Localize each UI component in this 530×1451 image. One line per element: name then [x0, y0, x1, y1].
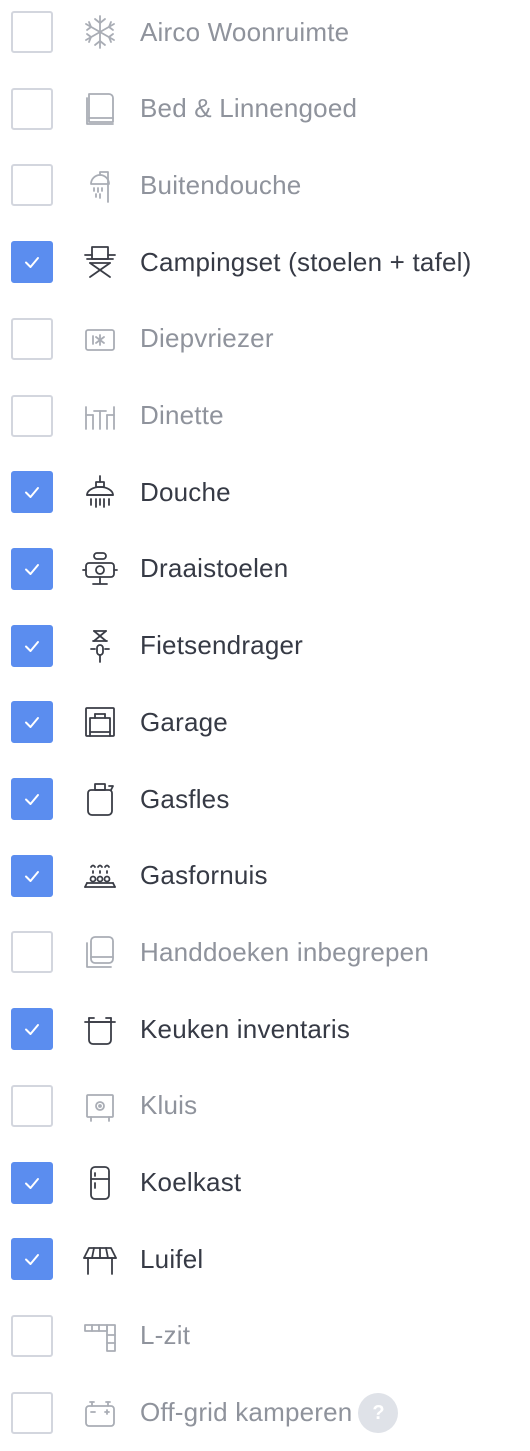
amenity-row[interactable]: Garage	[0, 684, 530, 760]
shower-icon	[78, 470, 122, 514]
outdoor-shower-icon	[78, 163, 122, 207]
amenities-checklist: Airco Woonruimte Bed & Linnengoed Buitendo…	[0, 0, 530, 1434]
amenity-label: Keuken inventaris	[140, 1013, 351, 1044]
amenity-row[interactable]: Gasfornuis	[0, 838, 530, 914]
amenity-row[interactable]: Bed & Linnengoed	[0, 71, 530, 147]
amenity-label: Off-grid kamperen	[140, 1397, 353, 1428]
amenity-checkbox[interactable]	[11, 1391, 53, 1434]
amenity-row[interactable]: Fietsendrager	[0, 608, 530, 684]
amenity-label: Airco Woonruimte	[140, 16, 350, 47]
amenity-checkbox[interactable]	[11, 164, 53, 207]
amenity-row[interactable]: Dinette	[0, 378, 530, 454]
amenity-checkbox[interactable]	[11, 87, 53, 130]
amenity-checkbox[interactable]	[11, 624, 53, 667]
amenity-label: Campingset (stoelen + tafel)	[140, 246, 472, 277]
checkmark-icon	[25, 640, 39, 652]
amenity-label: Handdoeken inbegrepen	[140, 936, 429, 967]
dinette-icon	[78, 394, 122, 438]
freezer-icon	[78, 317, 122, 361]
amenity-row[interactable]: Off-grid kamperen?	[0, 1375, 530, 1451]
amenity-label: Luifel	[140, 1243, 204, 1274]
amenity-checkbox[interactable]	[11, 1161, 53, 1204]
amenity-label: Bed & Linnengoed	[140, 93, 358, 124]
safe-icon	[78, 1084, 122, 1128]
checkmark-icon	[25, 717, 39, 729]
camping-chair-icon	[78, 240, 122, 284]
amenity-checkbox[interactable]	[11, 394, 53, 437]
checkmark-icon	[25, 794, 39, 805]
snowflake-icon	[78, 10, 122, 54]
amenity-checkbox[interactable]	[11, 1238, 53, 1281]
amenity-checkbox[interactable]	[11, 931, 53, 974]
amenity-row[interactable]: Campingset (stoelen + tafel)	[0, 224, 530, 300]
bike-carrier-icon	[78, 624, 122, 668]
checkmark-icon	[25, 563, 39, 575]
amenity-label: Gasfornuis	[140, 860, 268, 891]
amenity-checkbox[interactable]	[11, 1008, 53, 1051]
fridge-icon	[78, 1161, 122, 1205]
amenity-row[interactable]: Draaistoelen	[0, 531, 530, 607]
amenity-label: Kluis	[140, 1090, 198, 1121]
checkmark-icon	[25, 487, 39, 499]
swivel-seat-icon	[78, 547, 122, 591]
amenity-row[interactable]: Handdoeken inbegrepen	[0, 914, 530, 990]
amenity-row[interactable]: Gasfles	[0, 761, 530, 837]
amenity-checkbox[interactable]	[11, 1314, 53, 1357]
amenity-checkbox[interactable]	[11, 471, 53, 514]
amenity-label: Garage	[140, 706, 228, 737]
amenity-row[interactable]: Douche	[0, 454, 530, 530]
amenity-checkbox[interactable]	[11, 241, 53, 284]
amenity-checkbox[interactable]	[11, 701, 53, 744]
amenity-row[interactable]: L-zit	[0, 1298, 530, 1374]
amenity-checkbox[interactable]	[11, 547, 53, 590]
amenity-label: Gasfles	[140, 783, 230, 814]
amenity-label: Douche	[140, 476, 231, 507]
amenity-row[interactable]: Airco Woonruimte	[0, 0, 530, 70]
amenity-label: L-zit	[140, 1320, 191, 1351]
amenity-checkbox[interactable]	[11, 1084, 53, 1127]
gas-bottle-icon	[78, 777, 122, 821]
amenity-row[interactable]: Kluis	[0, 1068, 530, 1144]
help-icon[interactable]: ?	[358, 1392, 399, 1433]
checkmark-icon	[25, 870, 39, 882]
checkmark-icon	[25, 257, 39, 269]
awning-icon	[78, 1237, 122, 1281]
bed-linen-icon	[78, 87, 122, 131]
checkmark-icon	[25, 1024, 39, 1036]
garage-icon	[78, 700, 122, 744]
towel-icon	[78, 930, 122, 974]
amenity-checkbox[interactable]	[11, 778, 53, 820]
amenity-checkbox[interactable]	[11, 854, 53, 897]
gas-stove-icon	[78, 854, 122, 898]
amenity-row[interactable]: Keuken inventaris	[0, 991, 530, 1067]
amenity-label: Draaistoelen	[140, 553, 289, 584]
cooking-pot-icon	[78, 1007, 122, 1051]
amenity-row[interactable]: Diepvriezer	[0, 301, 530, 377]
l-seat-icon	[78, 1314, 122, 1358]
amenity-label: Dinette	[140, 400, 224, 430]
amenity-checkbox[interactable]	[11, 11, 53, 53]
amenity-row[interactable]: Koelkast	[0, 1145, 530, 1221]
checkmark-icon	[25, 1177, 39, 1189]
amenity-row[interactable]: Buitendouche	[0, 147, 530, 223]
amenity-label: Fietsendrager	[140, 630, 304, 661]
checkmark-icon	[25, 1254, 39, 1266]
amenity-row[interactable]: Luifel	[0, 1221, 530, 1297]
amenity-checkbox[interactable]	[11, 317, 53, 360]
amenity-label: Koelkast	[140, 1167, 242, 1197]
battery-icon	[78, 1391, 122, 1435]
amenity-label: Buitendouche	[140, 169, 302, 200]
amenity-label: Diepvriezer	[140, 323, 274, 354]
